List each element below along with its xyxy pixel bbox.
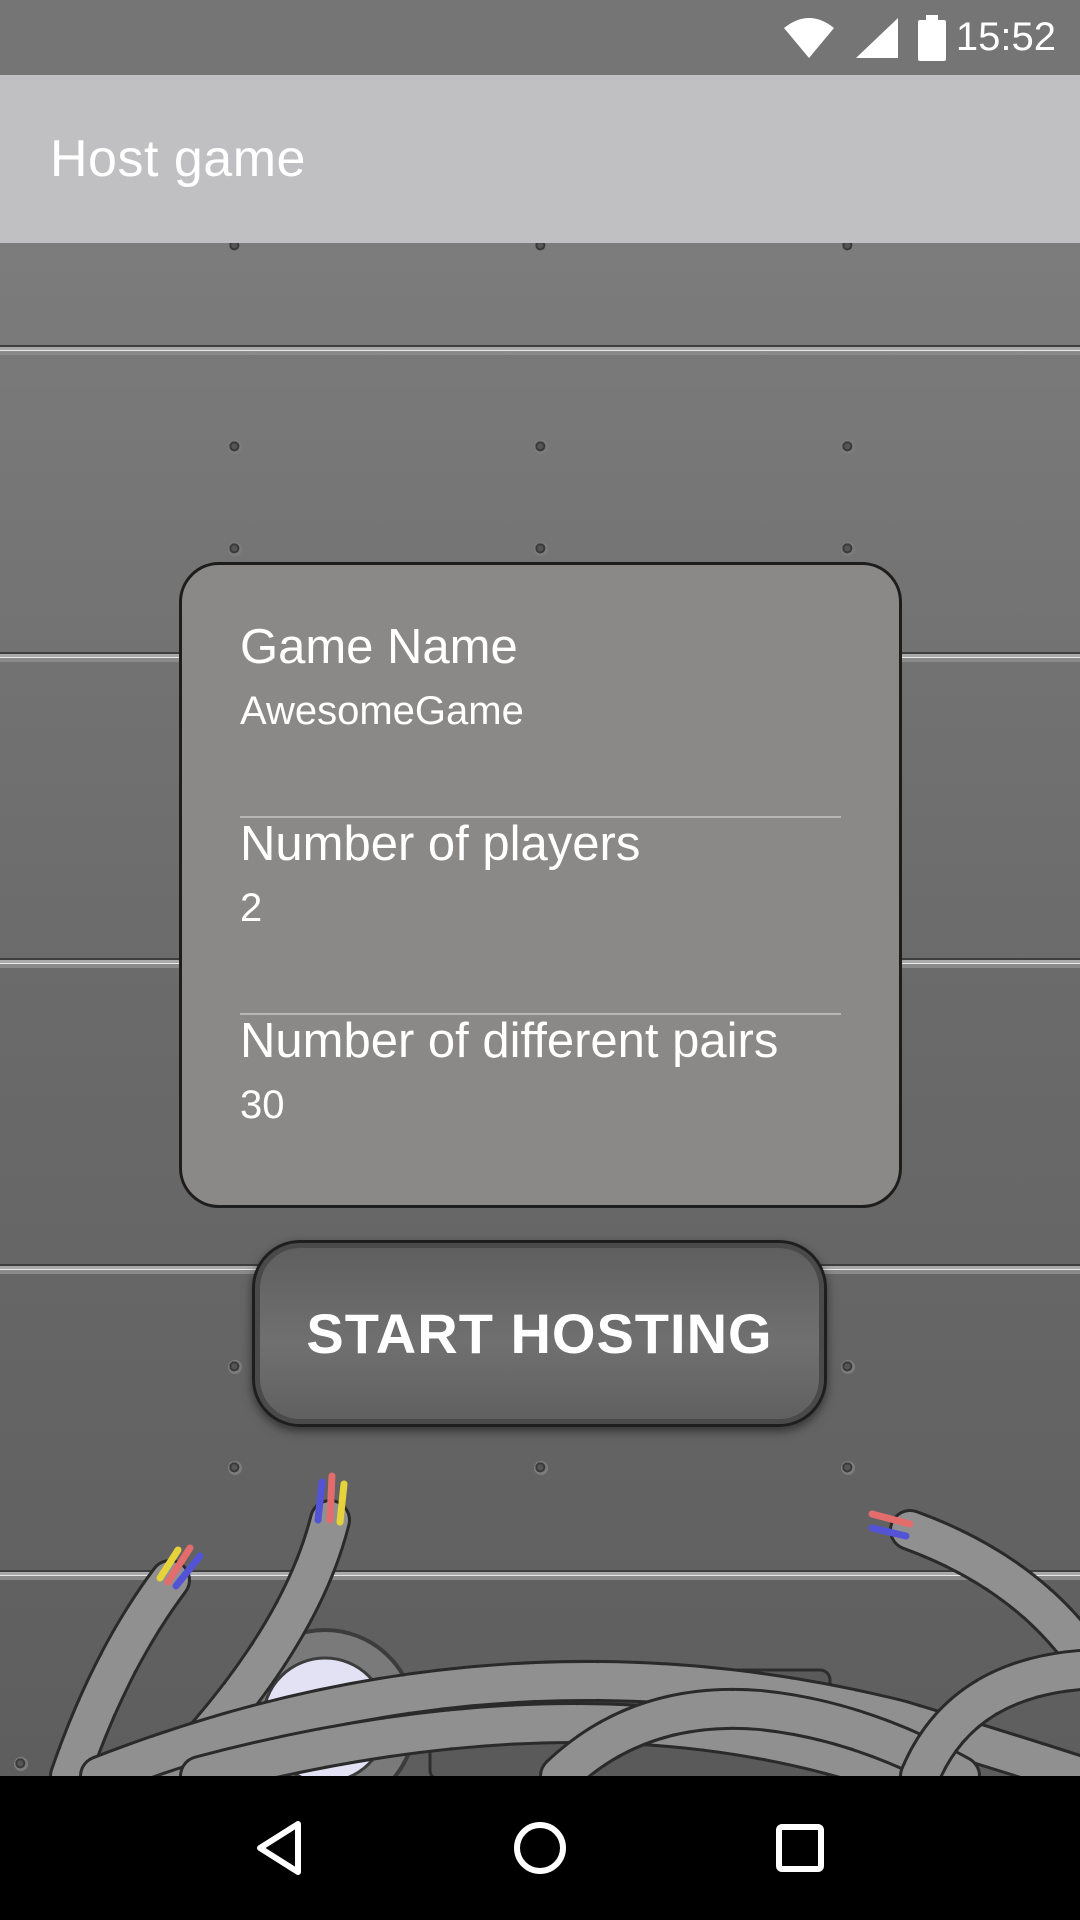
game-name-label: Game Name [240, 620, 518, 674]
bolt [228, 440, 242, 454]
host-game-form: Game Name AwesomeGame Number of players … [179, 562, 902, 1208]
bolt [841, 542, 855, 556]
back-button[interactable] [220, 1788, 340, 1908]
page-title: Host game [50, 130, 306, 188]
start-hosting-label: START HOSTING [306, 1302, 773, 1365]
number-of-players-value[interactable]: 2 [240, 886, 841, 931]
bolt [534, 542, 548, 556]
status-time: 15:52 [955, 15, 1056, 59]
recents-button[interactable] [740, 1788, 860, 1908]
number-of-players-field[interactable]: Number of players 2 [240, 817, 841, 1015]
battery-icon [917, 14, 946, 61]
back-icon [257, 1821, 301, 1875]
bolt [534, 243, 548, 253]
number-of-pairs-field[interactable]: Number of different pairs 30 [240, 1014, 841, 1128]
number-of-pairs-label: Number of different pairs [240, 1014, 779, 1068]
bolt [841, 1360, 855, 1374]
plate-seam [0, 345, 1080, 355]
wire [326, 1472, 336, 1524]
bolt [841, 440, 855, 454]
bolt [534, 440, 548, 454]
number-of-players-label: Number of players [240, 817, 641, 871]
start-hosting-button[interactable]: START HOSTING [252, 1240, 827, 1427]
status-icons [782, 14, 946, 61]
game-name-field[interactable]: Game Name AwesomeGame [240, 620, 841, 818]
wifi-icon [783, 17, 834, 58]
bolt [228, 1360, 242, 1374]
wire [336, 1480, 348, 1526]
home-button[interactable] [480, 1788, 600, 1908]
app-bar: Host game [0, 75, 1080, 243]
game-name-value[interactable]: AwesomeGame [240, 689, 841, 734]
navigation-bar [0, 1776, 1080, 1920]
recents-icon [776, 1824, 824, 1872]
number-of-pairs-value[interactable]: 30 [240, 1083, 841, 1128]
bolt [841, 243, 855, 253]
bolt [228, 243, 242, 253]
cables-decoration [49, 1472, 1080, 1776]
wire [314, 1478, 326, 1524]
home-icon [514, 1822, 566, 1874]
bolt [228, 542, 242, 556]
status-bar: 15:52 [0, 0, 1080, 75]
signal-icon [855, 17, 898, 58]
